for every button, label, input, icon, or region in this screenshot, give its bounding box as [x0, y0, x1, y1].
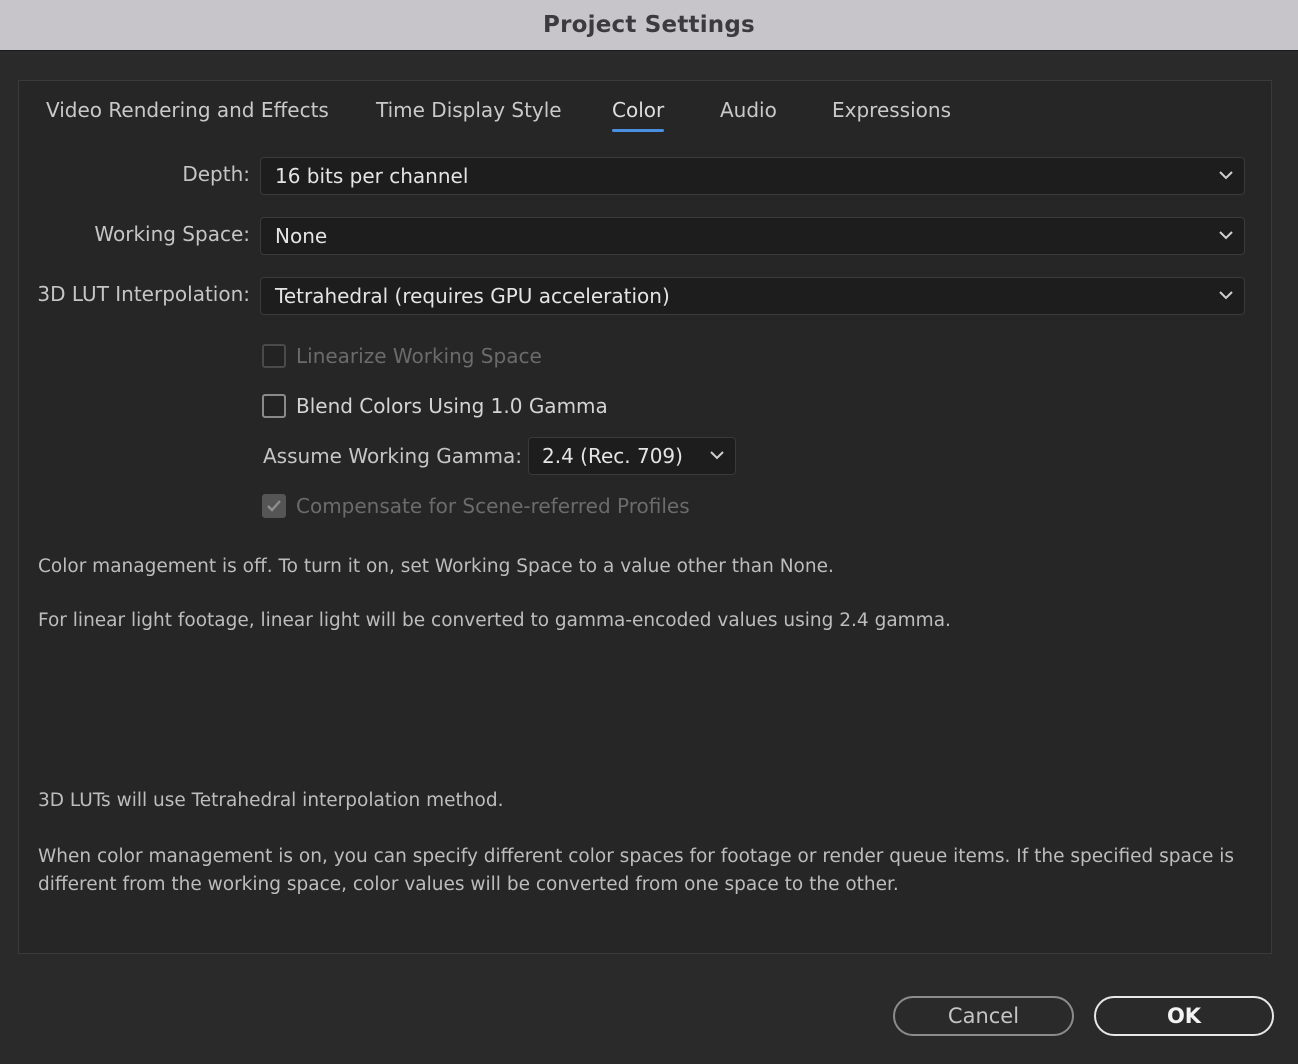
tab-color[interactable]: Color	[612, 96, 665, 132]
linearize-working-space-option[interactable]: Linearize Working Space	[262, 341, 542, 371]
blend-gamma-checkbox[interactable]	[262, 394, 286, 418]
info-color-spaces-line1: When color management is on, you can spe…	[38, 846, 1235, 867]
tab-time-display-style[interactable]: Time Display Style	[376, 96, 562, 132]
assume-gamma-label: Assume Working Gamma:	[263, 444, 522, 468]
compensate-profiles-option[interactable]: Compensate for Scene-referred Profiles	[262, 491, 690, 521]
assume-gamma-value: 2.4 (Rec. 709)	[542, 444, 683, 468]
window-title: Project Settings	[543, 12, 755, 38]
info-color-spaces-line2: different from the working space, color …	[38, 874, 899, 895]
tab-video-rendering[interactable]: Video Rendering and Effects	[46, 96, 329, 132]
depth-label: Depth:	[182, 162, 250, 186]
tab-label: Expressions	[832, 98, 951, 122]
compensate-checkbox[interactable]	[262, 494, 286, 518]
tab-label: Video Rendering and Effects	[46, 98, 329, 122]
tab-label: Audio	[720, 98, 777, 122]
assume-gamma-dropdown[interactable]: 2.4 (Rec. 709)	[528, 437, 736, 475]
checkmark-icon	[267, 500, 281, 512]
chevron-down-icon	[709, 449, 725, 461]
ok-button-label: OK	[1166, 1004, 1202, 1028]
title-bar: Project Settings	[0, 0, 1298, 51]
tab-audio[interactable]: Audio	[720, 96, 777, 132]
chevron-down-icon	[1218, 229, 1234, 241]
lut-interpolation-dropdown[interactable]: Tetrahedral (requires GPU acceleration)	[260, 277, 1245, 315]
info-linear-light: For linear light footage, linear light w…	[38, 610, 951, 631]
tab-expressions[interactable]: Expressions	[832, 96, 951, 132]
chevron-down-icon	[1218, 289, 1234, 301]
info-lut-method: 3D LUTs will use Tetrahedral interpolati…	[38, 790, 504, 811]
lut-interpolation-value: Tetrahedral (requires GPU acceleration)	[275, 284, 670, 308]
compensate-label: Compensate for Scene-referred Profiles	[296, 494, 690, 518]
working-space-value: None	[275, 224, 328, 248]
depth-dropdown[interactable]: 16 bits per channel	[260, 157, 1245, 195]
working-space-dropdown[interactable]: None	[260, 217, 1245, 255]
tab-label: Color	[612, 98, 665, 122]
linearize-checkbox[interactable]	[262, 344, 286, 368]
active-tab-indicator	[612, 129, 665, 132]
depth-value: 16 bits per channel	[275, 164, 469, 188]
chevron-down-icon	[1218, 169, 1234, 181]
info-color-management-off: Color management is off. To turn it on, …	[38, 556, 834, 577]
blend-colors-gamma-option[interactable]: Blend Colors Using 1.0 Gamma	[262, 391, 608, 421]
cancel-button-label: Cancel	[947, 1004, 1020, 1028]
ok-button[interactable]: OK	[1094, 996, 1274, 1036]
working-space-label: Working Space:	[94, 222, 250, 246]
blend-gamma-label: Blend Colors Using 1.0 Gamma	[296, 394, 608, 418]
linearize-label: Linearize Working Space	[296, 344, 542, 368]
lut-interpolation-label: 3D LUT Interpolation:	[37, 282, 250, 306]
tab-label: Time Display Style	[376, 98, 562, 122]
cancel-button[interactable]: Cancel	[893, 996, 1074, 1036]
